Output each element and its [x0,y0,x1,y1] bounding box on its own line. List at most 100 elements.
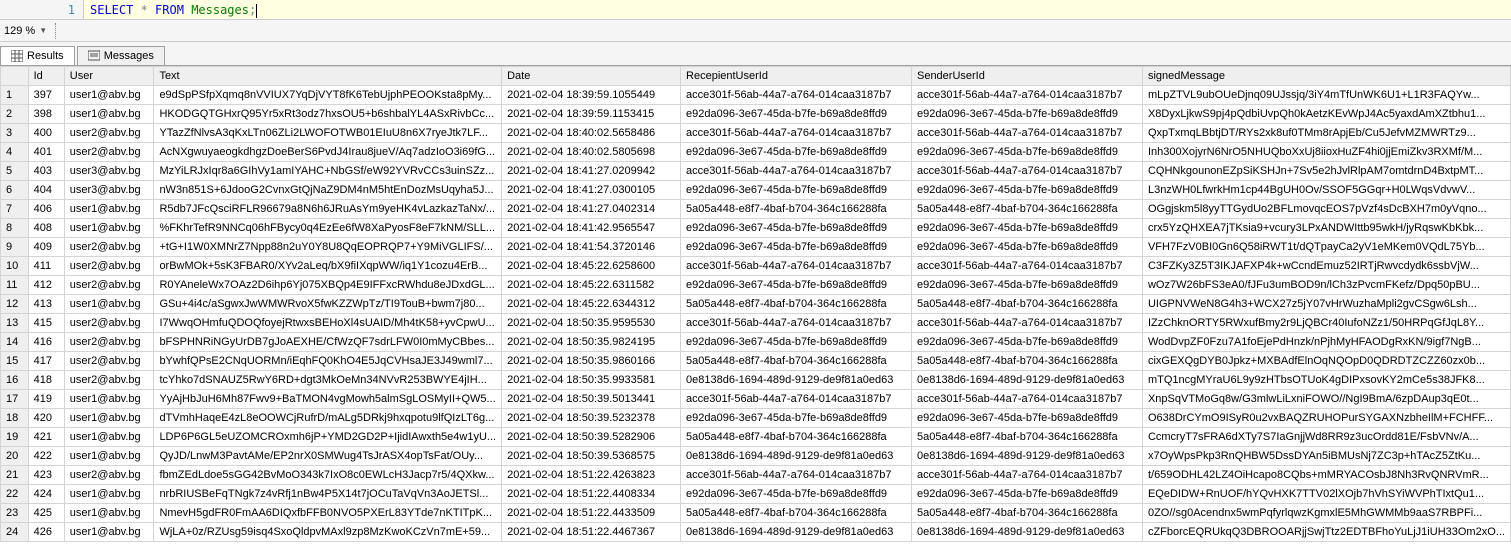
table-row[interactable]: 8408user1@abv.bg%FKhrTefR9NNCq06hFBycy0q… [1,219,1511,238]
cell-id[interactable]: 411 [28,257,64,276]
cell-recepientuserid[interactable]: e92da096-3e67-45da-b7fe-b69a8de8ffd9 [681,409,912,428]
cell-text[interactable]: R5db7JFcQsciRFLR96679a8N6h6JRuAsYm9yeHK4… [154,200,502,219]
cell-recepientuserid[interactable]: acce301f-56ab-44a7-a764-014caa3187b7 [681,257,912,276]
table-row[interactable]: 20422user1@abv.bgQyJD/LnwM3PavtAMe/EP2nr… [1,447,1511,466]
row-number[interactable]: 24 [1,523,29,542]
row-number[interactable]: 13 [1,314,29,333]
cell-senderuserid[interactable]: e92da096-3e67-45da-b7fe-b69a8de8ffd9 [911,181,1142,200]
header-recepientuserid[interactable]: RecepientUserId [681,67,912,86]
row-number[interactable]: 23 [1,504,29,523]
cell-user[interactable]: user3@abv.bg [64,162,154,181]
cell-id[interactable]: 403 [28,162,64,181]
header-signedmessage[interactable]: signedMessage [1142,67,1510,86]
cell-senderuserid[interactable]: acce301f-56ab-44a7-a764-014caa3187b7 [911,466,1142,485]
cell-user[interactable]: user1@abv.bg [64,295,154,314]
cell-text[interactable]: nW3n851S+6JdooG2CvnxGtQjNaZ9DM4nM5htEnDo… [154,181,502,200]
cell-senderuserid[interactable]: acce301f-56ab-44a7-a764-014caa3187b7 [911,390,1142,409]
cell-date[interactable]: 2021-02-04 18:50:39.5013441 [502,390,681,409]
cell-id[interactable]: 421 [28,428,64,447]
cell-date[interactable]: 2021-02-04 18:50:35.9933581 [502,371,681,390]
zoom-dropdown[interactable]: 129 % ▼ [4,25,49,37]
table-row[interactable]: 22424user1@abv.bgnrbRIUSBeFqTNgk7z4vRfj1… [1,485,1511,504]
cell-recepientuserid[interactable]: e92da096-3e67-45da-b7fe-b69a8de8ffd9 [681,181,912,200]
cell-recepientuserid[interactable]: 0e8138d6-1694-489d-9129-de9f81a0ed63 [681,371,912,390]
cell-signedmessage[interactable]: cZFborcEQRUkqQ3DBROOARjjSwjTtz2EDTBFhoYu… [1142,523,1510,542]
table-row[interactable]: 13415user2@abv.bgI7WwqOHmfuQDOQfoyejRtwx… [1,314,1511,333]
cell-text[interactable]: WjLA+0z/RZUsg59isq4SxoQldpvMAxl9zp8MzKwo… [154,523,502,542]
cell-date[interactable]: 2021-02-04 18:50:39.5282906 [502,428,681,447]
cell-senderuserid[interactable]: acce301f-56ab-44a7-a764-014caa3187b7 [911,257,1142,276]
cell-signedmessage[interactable]: Inh300XojyrN6NrO5NHUQboXxUj8iioxHuZF4hi0… [1142,143,1510,162]
table-row[interactable]: 16418user2@abv.bgtcYhko7dSNAUZ5RwY6RD+dg… [1,371,1511,390]
cell-recepientuserid[interactable]: acce301f-56ab-44a7-a764-014caa3187b7 [681,86,912,105]
row-number[interactable]: 16 [1,371,29,390]
cell-text[interactable]: dTVmhHaqeE4zL8eOOWCjRufrD/mALg5DRkj9hxqp… [154,409,502,428]
cell-signedmessage[interactable]: 0ZO//sg0Acendnx5wmPqfyrlqwzKgmxlE5MhGWMM… [1142,504,1510,523]
cell-senderuserid[interactable]: acce301f-56ab-44a7-a764-014caa3187b7 [911,314,1142,333]
cell-date[interactable]: 2021-02-04 18:39:59.1055449 [502,86,681,105]
cell-date[interactable]: 2021-02-04 18:51:22.4408334 [502,485,681,504]
header-rownum[interactable] [1,67,29,86]
cell-date[interactable]: 2021-02-04 18:41:27.0402314 [502,200,681,219]
cell-date[interactable]: 2021-02-04 18:50:35.9860166 [502,352,681,371]
row-number[interactable]: 18 [1,409,29,428]
cell-recepientuserid[interactable]: e92da096-3e67-45da-b7fe-b69a8de8ffd9 [681,485,912,504]
cell-text[interactable]: QyJD/LnwM3PavtAMe/EP2nrX0SMWug4TsJrASX4o… [154,447,502,466]
row-number[interactable]: 15 [1,352,29,371]
cell-date[interactable]: 2021-02-04 18:41:27.0300105 [502,181,681,200]
cell-senderuserid[interactable]: e92da096-3e67-45da-b7fe-b69a8de8ffd9 [911,333,1142,352]
row-number[interactable]: 5 [1,162,29,181]
results-grid-container[interactable]: Id User Text Date RecepientUserId Sender… [0,66,1511,542]
cell-text[interactable]: MzYiLRJxIqr8a6GIhVy1amIYAHC+NbGSf/eW92YV… [154,162,502,181]
cell-recepientuserid[interactable]: e92da096-3e67-45da-b7fe-b69a8de8ffd9 [681,276,912,295]
query-editor[interactable]: 1 SELECT * FROM Messages; [0,0,1511,20]
cell-recepientuserid[interactable]: 0e8138d6-1694-489d-9129-de9f81a0ed63 [681,447,912,466]
cell-text[interactable]: NmevH5gdFR0FmAA6DIQxfbFFB0NVO5PXErL83YTd… [154,504,502,523]
tab-messages[interactable]: Messages [77,46,165,65]
table-row[interactable]: 2398user1@abv.bgHKODGQTGHxrQ95Yr5xRt3odz… [1,105,1511,124]
cell-user[interactable]: user1@abv.bg [64,200,154,219]
cell-signedmessage[interactable]: wOz7W26bFS3eA0/fJFu3umBOD9n/lCh3zPvcmFKe… [1142,276,1510,295]
table-row[interactable]: 14416user2@abv.bgbFSPHNRiNGyUrDB7gJoAEXH… [1,333,1511,352]
cell-senderuserid[interactable]: 5a05a448-e8f7-4baf-b704-364c166288fa [911,352,1142,371]
cell-signedmessage[interactable]: mTQ1ncgMYraU6L9y9zHTbsOTUoK4gDIPxsovKY2m… [1142,371,1510,390]
cell-user[interactable]: user2@abv.bg [64,466,154,485]
row-number[interactable]: 1 [1,86,29,105]
cell-text[interactable]: orBwMOk+5sK3FBAR0/XYv2aLeq/bX9fiIXqpWW/i… [154,257,502,276]
tab-results[interactable]: Results [0,46,75,65]
cell-senderuserid[interactable]: e92da096-3e67-45da-b7fe-b69a8de8ffd9 [911,238,1142,257]
cell-text[interactable]: LDP6P6GL5eUZOMCROxmh6jP+YMD2GD2P+IjidIAw… [154,428,502,447]
cell-text[interactable]: tcYhko7dSNAUZ5RwY6RD+dgt3MkOeMn34NVvR253… [154,371,502,390]
cell-senderuserid[interactable]: e92da096-3e67-45da-b7fe-b69a8de8ffd9 [911,143,1142,162]
cell-user[interactable]: user2@abv.bg [64,238,154,257]
cell-recepientuserid[interactable]: e92da096-3e67-45da-b7fe-b69a8de8ffd9 [681,238,912,257]
cell-date[interactable]: 2021-02-04 18:50:39.5368575 [502,447,681,466]
cell-senderuserid[interactable]: 5a05a448-e8f7-4baf-b704-364c166288fa [911,428,1142,447]
cell-date[interactable]: 2021-02-04 18:40:02.5805698 [502,143,681,162]
row-number[interactable]: 8 [1,219,29,238]
splitter-handle[interactable] [55,23,56,39]
cell-date[interactable]: 2021-02-04 18:39:59.1153415 [502,105,681,124]
cell-text[interactable]: bFSPHNRiNGyUrDB7gJoAEXHE/CfWzQF7sdrLFW0I… [154,333,502,352]
row-number[interactable]: 11 [1,276,29,295]
cell-id[interactable]: 400 [28,124,64,143]
cell-senderuserid[interactable]: acce301f-56ab-44a7-a764-014caa3187b7 [911,124,1142,143]
cell-user[interactable]: user1@abv.bg [64,523,154,542]
cell-date[interactable]: 2021-02-04 18:51:22.4263823 [502,466,681,485]
cell-date[interactable]: 2021-02-04 18:41:27.0209942 [502,162,681,181]
cell-date[interactable]: 2021-02-04 18:45:22.6344312 [502,295,681,314]
cell-user[interactable]: user1@abv.bg [64,219,154,238]
cell-user[interactable]: user2@abv.bg [64,124,154,143]
cell-id[interactable]: 424 [28,485,64,504]
cell-recepientuserid[interactable]: e92da096-3e67-45da-b7fe-b69a8de8ffd9 [681,143,912,162]
cell-user[interactable]: user2@abv.bg [64,333,154,352]
cell-date[interactable]: 2021-02-04 18:40:02.5658486 [502,124,681,143]
table-row[interactable]: 11412user2@abv.bgR0YAneleWx7OAz2D6ihp6Yj… [1,276,1511,295]
cell-id[interactable]: 412 [28,276,64,295]
cell-recepientuserid[interactable]: 5a05a448-e8f7-4baf-b704-364c166288fa [681,504,912,523]
cell-signedmessage[interactable]: crx5YzQHXEA7jTKsia9+vcury3LPxANDWIttb95w… [1142,219,1510,238]
row-number[interactable]: 19 [1,428,29,447]
cell-id[interactable]: 418 [28,371,64,390]
cell-date[interactable]: 2021-02-04 18:50:39.5232378 [502,409,681,428]
cell-senderuserid[interactable]: 5a05a448-e8f7-4baf-b704-364c166288fa [911,295,1142,314]
